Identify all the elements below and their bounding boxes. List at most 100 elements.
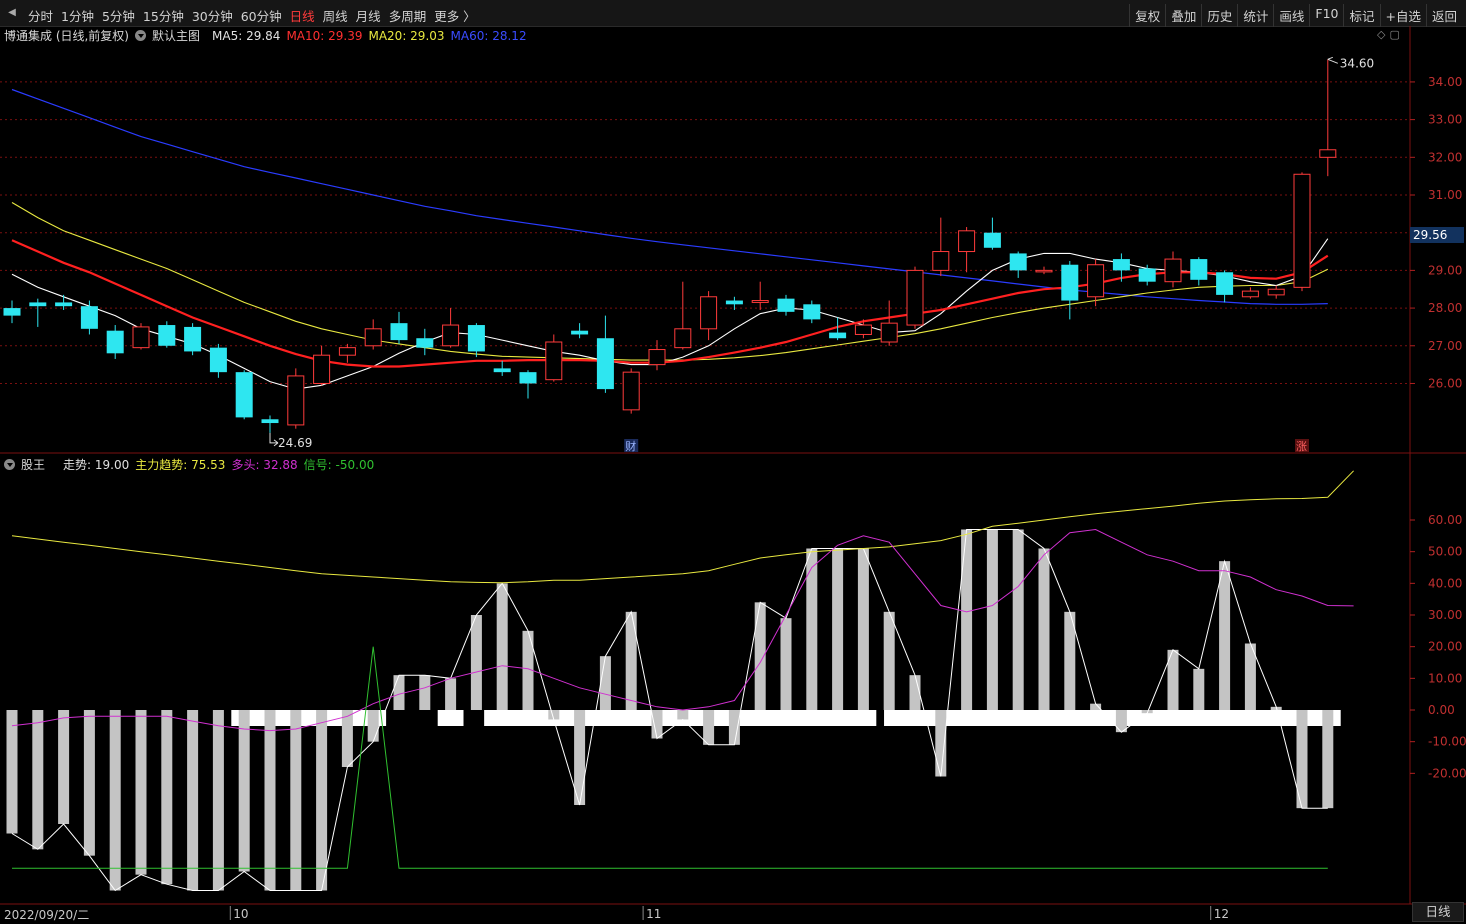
low-price-label: 24.69 bbox=[278, 436, 312, 450]
month-label: 11 bbox=[646, 907, 661, 921]
candle-body-down bbox=[416, 338, 434, 348]
cursor-date-label: 2022/09/20/二 bbox=[4, 908, 90, 922]
candle-body-up bbox=[545, 341, 563, 381]
trend-bar bbox=[419, 675, 431, 710]
zero-band bbox=[437, 710, 464, 726]
trend-bar bbox=[58, 710, 70, 824]
candle-body-down bbox=[55, 302, 73, 307]
trend-bar bbox=[1322, 710, 1334, 809]
trend-bar bbox=[806, 548, 818, 710]
candle-body-down bbox=[493, 368, 511, 373]
trend-bar bbox=[1193, 668, 1205, 710]
trend-bar bbox=[135, 710, 147, 875]
candle-body-down bbox=[829, 332, 847, 339]
candle-body-up bbox=[880, 322, 898, 343]
candle-body-down bbox=[777, 298, 795, 312]
candle-body-down bbox=[29, 302, 47, 307]
price-tick-label: 26.00 bbox=[1428, 376, 1462, 390]
high-marker-arrow bbox=[1327, 56, 1338, 64]
trend-bar bbox=[625, 611, 637, 710]
trend-bar bbox=[83, 710, 95, 856]
candle-body-up bbox=[132, 326, 150, 349]
price-tick-label: 29.00 bbox=[1428, 263, 1462, 277]
trend-bar bbox=[32, 710, 44, 850]
trend-bar bbox=[264, 710, 276, 891]
trend-bar bbox=[1090, 703, 1102, 710]
candle-body-down bbox=[519, 372, 537, 384]
price-tick-label: 31.00 bbox=[1428, 188, 1462, 202]
candle-body-up bbox=[1087, 264, 1105, 298]
indicator-tick-label: 20.00 bbox=[1428, 640, 1462, 654]
candle-body-up bbox=[854, 324, 872, 335]
candle-body-up bbox=[648, 349, 666, 366]
candle-body-up bbox=[958, 230, 976, 253]
price-tick-label: 28.00 bbox=[1428, 301, 1462, 315]
candle-body-up bbox=[364, 328, 382, 347]
main-trend-line bbox=[11, 470, 1354, 584]
candle-body-down bbox=[184, 326, 202, 352]
candle-body-down bbox=[158, 325, 176, 346]
candle-body-up bbox=[906, 269, 924, 326]
month-label: 12 bbox=[1214, 907, 1229, 921]
signal-line bbox=[12, 646, 1328, 869]
candle-body-down bbox=[1190, 259, 1208, 280]
candle-body-down bbox=[467, 325, 485, 352]
trend-bar bbox=[341, 710, 353, 767]
candle-body-down bbox=[725, 300, 743, 305]
trend-bar bbox=[212, 710, 224, 891]
trend-bar bbox=[780, 618, 792, 710]
candle-body-down bbox=[390, 323, 408, 341]
ma-line-ma5 bbox=[11, 238, 1329, 390]
candle-body-down bbox=[983, 232, 1001, 248]
price-tick-label: 32.00 bbox=[1428, 150, 1462, 164]
chart-canvas[interactable]: 34.00 33.00 32.00 31.00 30.00 29.00 28.00 27.00… bbox=[0, 0, 1466, 924]
period-button[interactable]: 日线 bbox=[1412, 902, 1464, 922]
trend-bar bbox=[316, 710, 328, 891]
trend-bar bbox=[161, 710, 173, 885]
high-price-label: 34.60 bbox=[1340, 56, 1374, 70]
candle-body-down bbox=[803, 304, 821, 320]
month-label: 10 bbox=[233, 907, 248, 921]
ma-line-ma10 bbox=[11, 239, 1329, 368]
candle-body-up bbox=[1164, 258, 1182, 283]
candle-body-up bbox=[442, 324, 460, 347]
trend-bar bbox=[1038, 548, 1050, 710]
trend-bar bbox=[857, 548, 869, 710]
indicator-tick-label: 10.00 bbox=[1428, 671, 1462, 685]
candle-body-up bbox=[338, 347, 356, 356]
trend-bar bbox=[651, 710, 663, 739]
indicator-tick-label: -10.00 bbox=[1428, 735, 1466, 749]
candle-body-up bbox=[313, 354, 331, 384]
candle-body-down bbox=[261, 419, 279, 424]
candle-body-down bbox=[106, 330, 124, 354]
candle-body-down bbox=[209, 347, 227, 373]
candle-body-up bbox=[1241, 290, 1259, 298]
candle-body-up bbox=[1319, 149, 1337, 158]
trend-bar bbox=[909, 675, 921, 710]
event-marker-zhang: 涨 bbox=[1296, 440, 1307, 453]
ma-line-ma60 bbox=[11, 88, 1328, 305]
candle-body-up bbox=[700, 296, 718, 330]
candle-body-up bbox=[751, 300, 769, 303]
trend-bar bbox=[393, 675, 405, 710]
candle-body-up bbox=[674, 328, 692, 349]
candle-body-down bbox=[596, 338, 614, 390]
candle-body-up bbox=[1293, 173, 1311, 288]
candle-body-down bbox=[80, 306, 98, 329]
trend-bar bbox=[290, 710, 302, 891]
trend-bar bbox=[367, 710, 379, 742]
candle-body-down bbox=[1061, 264, 1079, 301]
trend-bar bbox=[728, 710, 740, 745]
indicator-tick-label: 30.00 bbox=[1428, 608, 1462, 622]
candle-body-down bbox=[235, 372, 253, 418]
candle-body-up bbox=[932, 251, 950, 271]
candle-body-up bbox=[287, 375, 305, 426]
trend-bar bbox=[986, 529, 998, 710]
candle-body-down bbox=[1009, 253, 1027, 271]
trend-bar bbox=[703, 710, 715, 745]
current-price-badge: 29.56 bbox=[1410, 227, 1464, 243]
candle-body-down bbox=[1216, 272, 1234, 295]
candle-body-down bbox=[1112, 259, 1130, 271]
zero-band bbox=[231, 710, 387, 726]
trend-bar bbox=[496, 583, 508, 710]
